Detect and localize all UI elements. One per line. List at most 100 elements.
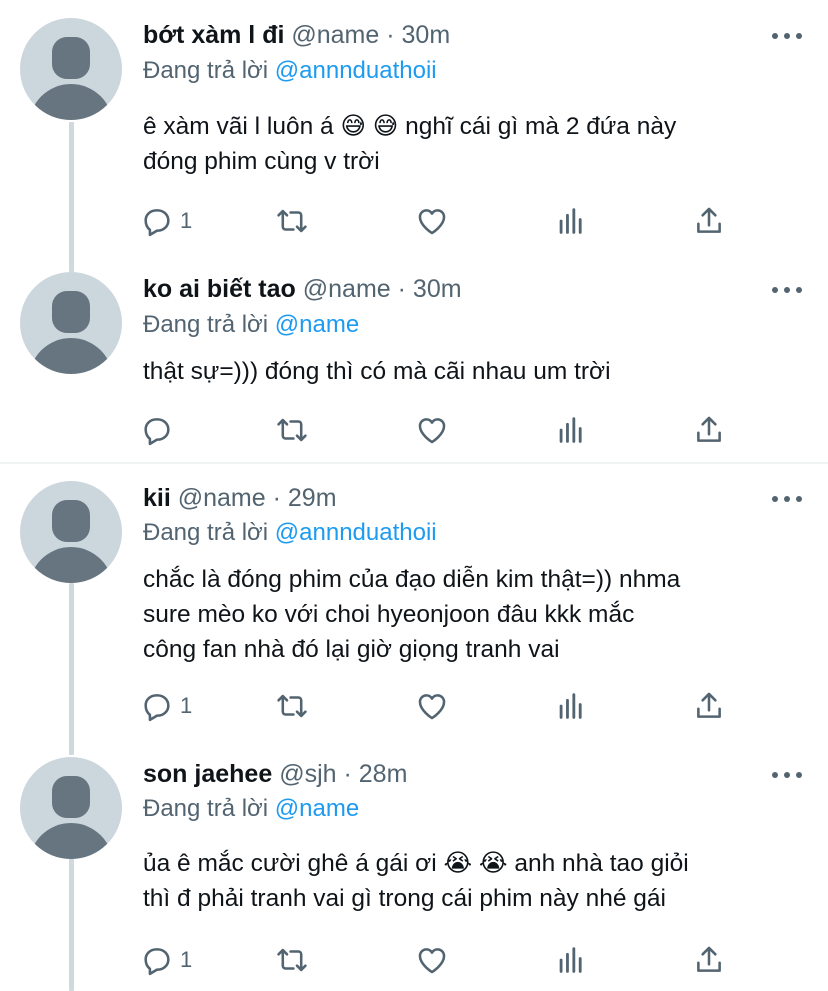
- avatar[interactable]: [20, 272, 122, 374]
- analytics-button[interactable]: [554, 412, 588, 448]
- reply-button[interactable]: 1: [140, 203, 192, 239]
- mention-link[interactable]: @name: [275, 795, 359, 822]
- thread-divider: [0, 462, 828, 464]
- reply-icon: [144, 418, 170, 446]
- retweet-icon: [277, 209, 307, 233]
- display-name[interactable]: son jaehee: [143, 760, 272, 788]
- retweet-icon: [277, 418, 307, 442]
- retweet-button[interactable]: [275, 203, 309, 239]
- stats-icon: [559, 947, 582, 973]
- avatar-body: [29, 84, 113, 120]
- tweet-header: son jaehee @sjh · 28m: [143, 759, 407, 789]
- display-name[interactable]: kii: [143, 484, 171, 512]
- thread-line-1: [69, 122, 74, 272]
- like-button[interactable]: [415, 688, 449, 724]
- tweet-text: thật sự=))) đóng thì có mà cãi nhau um t…: [143, 354, 803, 389]
- retweet-icon: [277, 948, 307, 972]
- replying-to: Đang trả lời @annnduathoii: [143, 56, 437, 86]
- retweet-button[interactable]: [275, 412, 309, 448]
- action-bar: 1: [140, 688, 740, 724]
- more-icon[interactable]: [772, 284, 802, 296]
- retweet-button[interactable]: [275, 688, 309, 724]
- tweet-text: chắc là đóng phim của đạo diễn kim thật=…: [143, 562, 803, 667]
- avatar-body: [29, 547, 113, 583]
- reply-button[interactable]: [140, 412, 180, 448]
- action-bar: 1: [140, 942, 740, 978]
- tweet-header: kii @name · 29m: [143, 483, 337, 513]
- avatar-head: [52, 500, 90, 542]
- thread-line-3: [69, 858, 74, 991]
- stats-icon: [559, 417, 582, 443]
- avatar[interactable]: [20, 481, 122, 583]
- timestamp[interactable]: · 28m: [343, 760, 407, 788]
- share-button[interactable]: [692, 942, 726, 978]
- replying-to-label: Đang trả lời: [143, 57, 269, 84]
- tweet-header: ko ai biết tao @name · 30m: [143, 274, 462, 304]
- analytics-button[interactable]: [554, 688, 588, 724]
- share-icon: [697, 946, 721, 972]
- display-name[interactable]: bớt xàm l đi: [143, 21, 284, 49]
- handle[interactable]: @name: [303, 275, 391, 303]
- analytics-button[interactable]: [554, 942, 588, 978]
- share-icon: [697, 416, 721, 442]
- like-button[interactable]: [415, 412, 449, 448]
- avatar-head: [52, 291, 90, 333]
- avatar-body: [29, 338, 113, 374]
- avatar[interactable]: [20, 18, 122, 120]
- replying-to-label: Đang trả lời: [143, 795, 269, 822]
- mention-link[interactable]: @annnduathoii: [275, 519, 437, 546]
- timestamp[interactable]: · 30m: [398, 275, 462, 303]
- reply-icon: [144, 948, 170, 976]
- replying-to: Đang trả lời @name: [143, 310, 359, 340]
- share-icon: [697, 207, 721, 233]
- replying-to: Đang trả lời @annnduathoii: [143, 518, 437, 548]
- analytics-button[interactable]: [554, 203, 588, 239]
- like-icon: [418, 418, 446, 444]
- mention-link[interactable]: @name: [275, 311, 359, 338]
- handle[interactable]: @name: [178, 484, 266, 512]
- replying-to-label: Đang trả lời: [143, 311, 269, 338]
- avatar-body: [29, 823, 113, 859]
- handle[interactable]: @sjh: [279, 760, 336, 788]
- share-button[interactable]: [692, 203, 726, 239]
- reply-button[interactable]: 1: [140, 688, 192, 724]
- more-icon[interactable]: [772, 30, 802, 42]
- like-icon: [418, 209, 446, 235]
- more-icon[interactable]: [772, 493, 802, 505]
- thread-line-2: [69, 583, 74, 755]
- mention-link[interactable]: @annnduathoii: [275, 57, 437, 84]
- action-bar: 1: [140, 203, 740, 239]
- tweet-text-line: sure mèo ko với choi hyeonjoon đâu kkk m…: [143, 601, 635, 628]
- like-button[interactable]: [415, 203, 449, 239]
- tweet-header: bớt xàm l đi @name · 30m: [143, 20, 450, 50]
- handle[interactable]: @name: [291, 21, 379, 49]
- reply-button[interactable]: 1: [140, 942, 192, 978]
- avatar[interactable]: [20, 757, 122, 859]
- avatar-head: [52, 37, 90, 79]
- tweet-text-line: chắc là đóng phim của đạo diễn kim thật=…: [143, 566, 681, 593]
- tweet-text-line: đóng phim cùng v trời: [143, 148, 380, 175]
- tweet-text-line: công fan nhà đó lại giờ giọng tranh vai: [143, 636, 560, 663]
- reply-count: 1: [180, 947, 193, 972]
- reply-icon: [144, 694, 170, 722]
- like-button[interactable]: [415, 942, 449, 978]
- share-icon: [697, 692, 721, 718]
- share-button[interactable]: [692, 412, 726, 448]
- replying-to-label: Đang trả lời: [143, 519, 269, 546]
- tweet-text-line: ê xàm vãi l luôn á 😅 😅 nghĩ cái gì mà 2 …: [143, 113, 677, 140]
- reply-count: 1: [180, 693, 193, 718]
- retweet-icon: [277, 694, 307, 718]
- avatar-head: [52, 776, 90, 818]
- reply-icon: [144, 209, 170, 237]
- display-name[interactable]: ko ai biết tao: [143, 275, 296, 303]
- share-button[interactable]: [692, 688, 726, 724]
- like-icon: [418, 694, 446, 720]
- retweet-button[interactable]: [275, 942, 309, 978]
- tweet-text-line: ủa ê mắc cười ghê á gái ơi 😭 😭 anh nhà t…: [143, 850, 689, 877]
- timestamp[interactable]: · 30m: [386, 21, 450, 49]
- replying-to: Đang trả lời @name: [143, 794, 359, 824]
- more-icon[interactable]: [772, 769, 802, 781]
- timestamp[interactable]: · 29m: [273, 484, 337, 512]
- reply-count: 1: [180, 208, 193, 233]
- like-icon: [418, 948, 446, 974]
